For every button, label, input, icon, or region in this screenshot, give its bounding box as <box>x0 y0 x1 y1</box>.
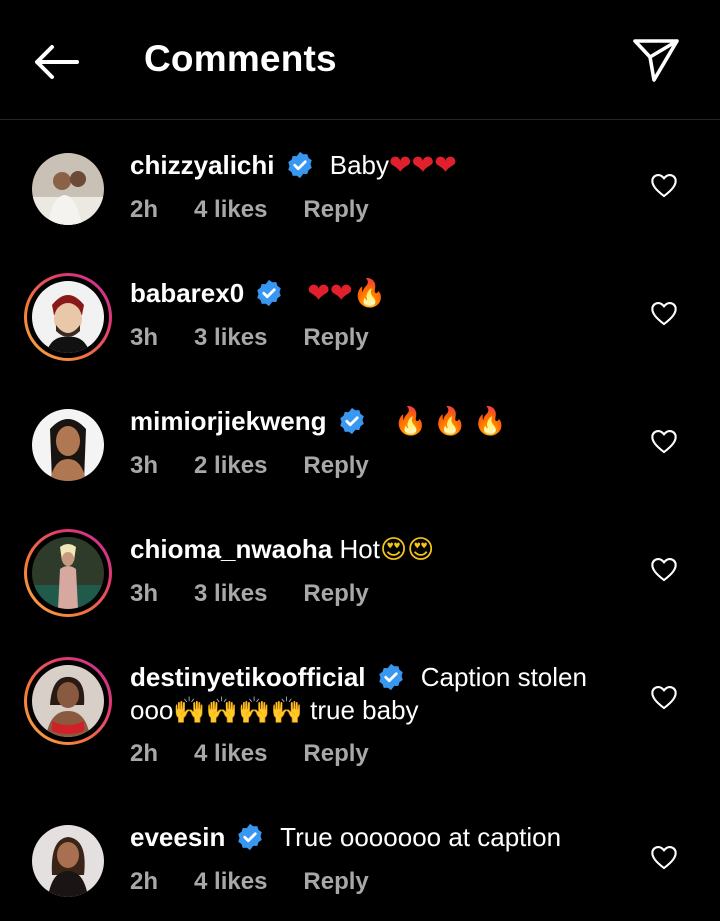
comment-likes[interactable]: 2 likes <box>194 452 267 479</box>
comment-time: 3h <box>130 324 159 351</box>
heart-outline-icon[interactable] <box>650 300 678 326</box>
comment-item: mimiorjiekweng 🔥🔥🔥 3h 2 likes Reply <box>0 396 720 506</box>
avatar[interactable] <box>24 273 112 361</box>
comment-emoji: ❤❤🔥 <box>307 278 387 309</box>
share-button[interactable] <box>630 36 682 84</box>
comment-likes[interactable]: 3 likes <box>194 580 267 607</box>
avatar[interactable] <box>24 657 112 745</box>
avatar[interactable] <box>24 529 112 617</box>
avatar[interactable] <box>24 145 112 233</box>
comment-username[interactable]: babarex0 <box>130 278 244 308</box>
comment-text: destinyetikoofficial Caption stolen ooo🙌… <box>130 661 610 728</box>
comment-meta: 2h 4 likes Reply <box>130 868 405 896</box>
comment-username[interactable]: chioma_nwaoha <box>130 534 332 564</box>
comment-likes[interactable]: 3 likes <box>194 324 267 351</box>
comment-emoji: 🙌🙌🙌🙌 <box>173 696 303 726</box>
heart-outline-icon[interactable] <box>650 172 678 198</box>
verified-badge-icon <box>238 823 263 851</box>
comment-likes[interactable]: 4 likes <box>194 196 267 223</box>
comment-meta: 2h 4 likes Reply <box>130 196 405 224</box>
comment-item: babarex0 ❤❤🔥 3h 3 likes Reply <box>0 268 720 378</box>
verified-badge-icon <box>339 407 364 435</box>
avatar-image <box>32 825 104 897</box>
comment-body-continued: true baby <box>310 695 419 725</box>
comment-meta: 3h 3 likes Reply <box>130 324 405 352</box>
avatar-image <box>32 665 104 737</box>
comment-emoji: 🔥🔥🔥 <box>393 406 513 437</box>
verified-badge-icon <box>287 151 312 179</box>
comment-time: 2h <box>130 740 159 767</box>
avatar[interactable] <box>24 817 112 905</box>
comment-item: chioma_nwaoha Hot😍😍 3h 3 likes Reply <box>0 524 720 634</box>
arrow-left-icon <box>35 45 79 79</box>
comment-username[interactable]: destinyetikoofficial <box>130 662 366 692</box>
header: Comments <box>0 0 720 120</box>
comment-item: chizzyalichi Baby❤❤❤ 2h 4 likes Reply <box>0 140 720 250</box>
comment-item: eveesin True ooooooo at caption 2h 4 like… <box>0 812 720 921</box>
avatar-image <box>32 281 104 353</box>
reply-button[interactable]: Reply <box>303 324 368 351</box>
verified-badge-icon <box>378 663 403 691</box>
comment-username[interactable]: mimiorjiekweng <box>130 406 327 436</box>
comment-item: destinyetikoofficial Caption stolen ooo🙌… <box>0 652 720 792</box>
comment-body: Hot <box>339 534 380 564</box>
comment-emoji: 😍😍 <box>379 535 435 565</box>
comment-text: chioma_nwaoha Hot😍😍 <box>130 533 620 567</box>
comment-text: mimiorjiekweng 🔥🔥🔥 <box>130 405 620 438</box>
paper-plane-icon <box>633 39 679 82</box>
verified-badge-icon <box>257 279 281 307</box>
comment-time: 3h <box>130 452 159 479</box>
comment-meta: 3h 3 likes Reply <box>130 580 405 608</box>
reply-button[interactable]: Reply <box>303 868 368 895</box>
avatar-image <box>32 537 104 609</box>
comment-time: 2h <box>130 868 159 895</box>
comment-body: Baby <box>329 150 389 180</box>
comment-time: 2h <box>130 196 159 223</box>
back-button[interactable] <box>30 40 82 84</box>
comment-text: babarex0 ❤❤🔥 <box>130 277 620 310</box>
heart-outline-icon[interactable] <box>650 428 678 454</box>
comment-text: eveesin True ooooooo at caption <box>130 821 620 854</box>
comment-meta: 2h 4 likes Reply <box>130 740 405 768</box>
reply-button[interactable]: Reply <box>303 196 368 223</box>
avatar-image <box>32 153 104 225</box>
heart-outline-icon[interactable] <box>650 844 678 870</box>
comment-username[interactable]: chizzyalichi <box>130 150 275 180</box>
reply-button[interactable]: Reply <box>303 580 368 607</box>
comment-emoji: ❤❤❤ <box>389 150 457 181</box>
comment-time: 3h <box>130 580 159 607</box>
comment-body: True ooooooo at caption <box>280 822 562 852</box>
reply-button[interactable]: Reply <box>303 740 368 767</box>
comment-text: chizzyalichi Baby❤❤❤ <box>130 149 620 182</box>
comment-username[interactable]: eveesin <box>130 822 225 852</box>
avatar-image <box>32 409 104 481</box>
avatar[interactable] <box>24 401 112 489</box>
heart-outline-icon[interactable] <box>650 556 678 582</box>
reply-button[interactable]: Reply <box>303 452 368 479</box>
page-title: Comments <box>144 38 337 79</box>
comment-meta: 3h 2 likes Reply <box>130 452 405 480</box>
comment-likes[interactable]: 4 likes <box>194 740 267 767</box>
comment-likes[interactable]: 4 likes <box>194 868 267 895</box>
heart-outline-icon[interactable] <box>650 684 678 710</box>
